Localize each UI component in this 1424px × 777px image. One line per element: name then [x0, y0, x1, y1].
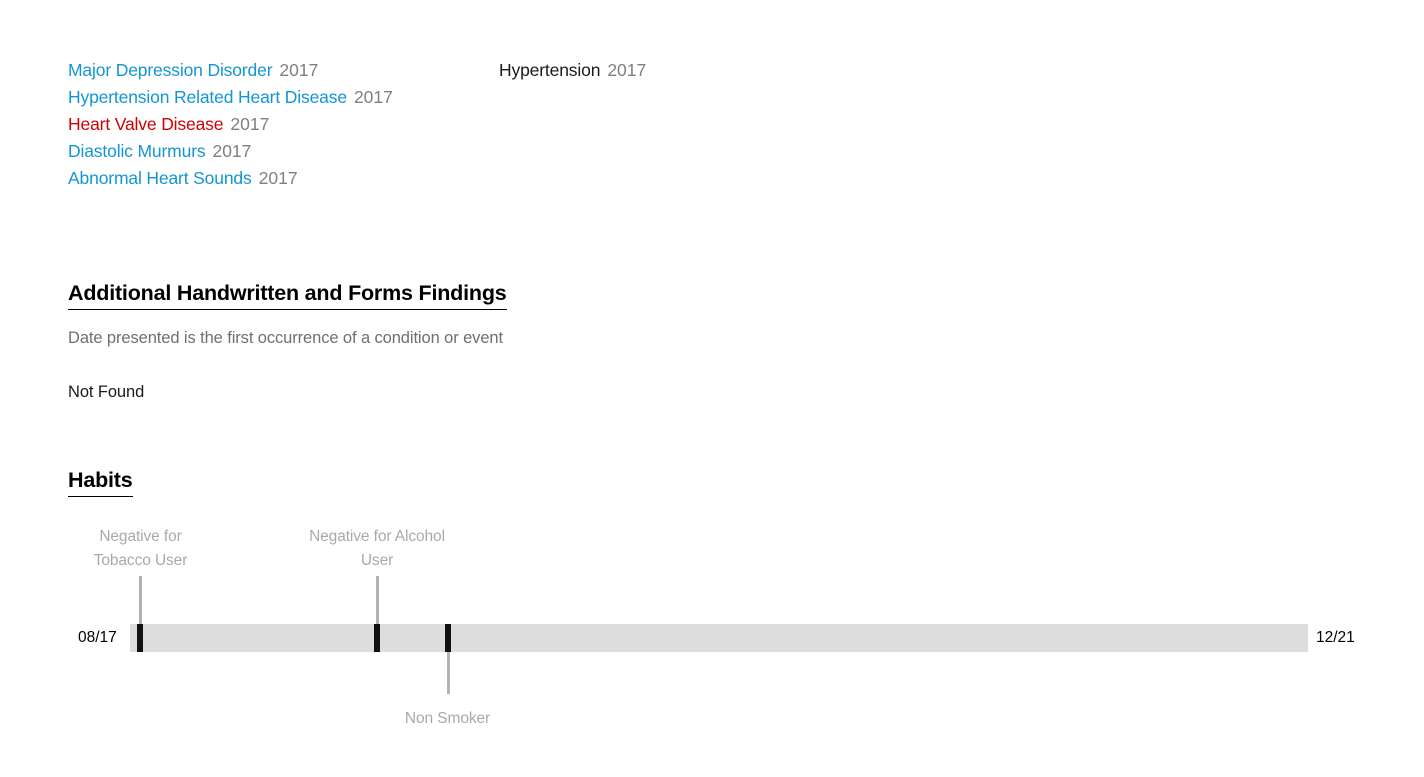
section-heading-habits: Habits [68, 468, 133, 497]
timeline-event-label: Non Smoker [404, 710, 491, 727]
diagnosis-row: Abnormal Heart Sounds 2017 [68, 165, 488, 192]
diagnosis-name: Diastolic Murmurs [68, 141, 206, 161]
diagnosis-year: 2017 [279, 60, 319, 80]
diagnosis-list-primary: Major Depression Disorder 2017 Hypertensi… [68, 57, 488, 192]
diagnosis-list-secondary: Hypertension 2017 [499, 57, 879, 84]
diagnosis-year: 2017 [212, 141, 252, 161]
timeline-start-label: 08/17 [78, 629, 117, 646]
timeline-connector-line [376, 576, 379, 624]
diagnosis-row: Hypertension 2017 [499, 57, 879, 84]
timeline-connector-line [139, 576, 142, 624]
section-heading-findings: Additional Handwritten and Forms Finding… [68, 281, 507, 310]
diagnosis-name: Hypertension [499, 60, 601, 80]
diagnosis-year: 2017 [258, 168, 298, 188]
timeline-bar [130, 624, 1308, 652]
findings-body-text: Not Found [68, 383, 145, 401]
timeline-tick[interactable] [137, 624, 143, 652]
diagnosis-year: 2017 [353, 87, 393, 107]
diagnosis-row: Heart Valve Disease 2017 [68, 111, 488, 138]
timeline-tick[interactable] [445, 624, 451, 652]
diagnosis-year: 2017 [607, 60, 647, 80]
timeline-connector-line [447, 652, 450, 694]
findings-subtitle: Date presented is the first occurrence o… [68, 329, 503, 347]
diagnosis-name: Hypertension Related Heart Disease [68, 87, 347, 107]
timeline-tick[interactable] [374, 624, 380, 652]
clinical-summary-page: Major Depression Disorder 2017 Hypertensi… [0, 0, 1424, 777]
timeline-end-label: 12/21 [1316, 629, 1355, 646]
diagnosis-name: Major Depression Disorder [68, 60, 273, 80]
diagnosis-row: Major Depression Disorder 2017 [68, 57, 488, 84]
diagnosis-name: Heart Valve Disease [68, 114, 224, 134]
diagnosis-row: Hypertension Related Heart Disease 2017 [68, 84, 488, 111]
timeline-event-label: Negative for Tobacco User [93, 528, 188, 569]
timeline-event-label: Negative for Alcohol User [309, 528, 445, 569]
diagnosis-year: 2017 [230, 114, 270, 134]
diagnosis-row: Diastolic Murmurs 2017 [68, 138, 488, 165]
diagnosis-name: Abnormal Heart Sounds [68, 168, 252, 188]
